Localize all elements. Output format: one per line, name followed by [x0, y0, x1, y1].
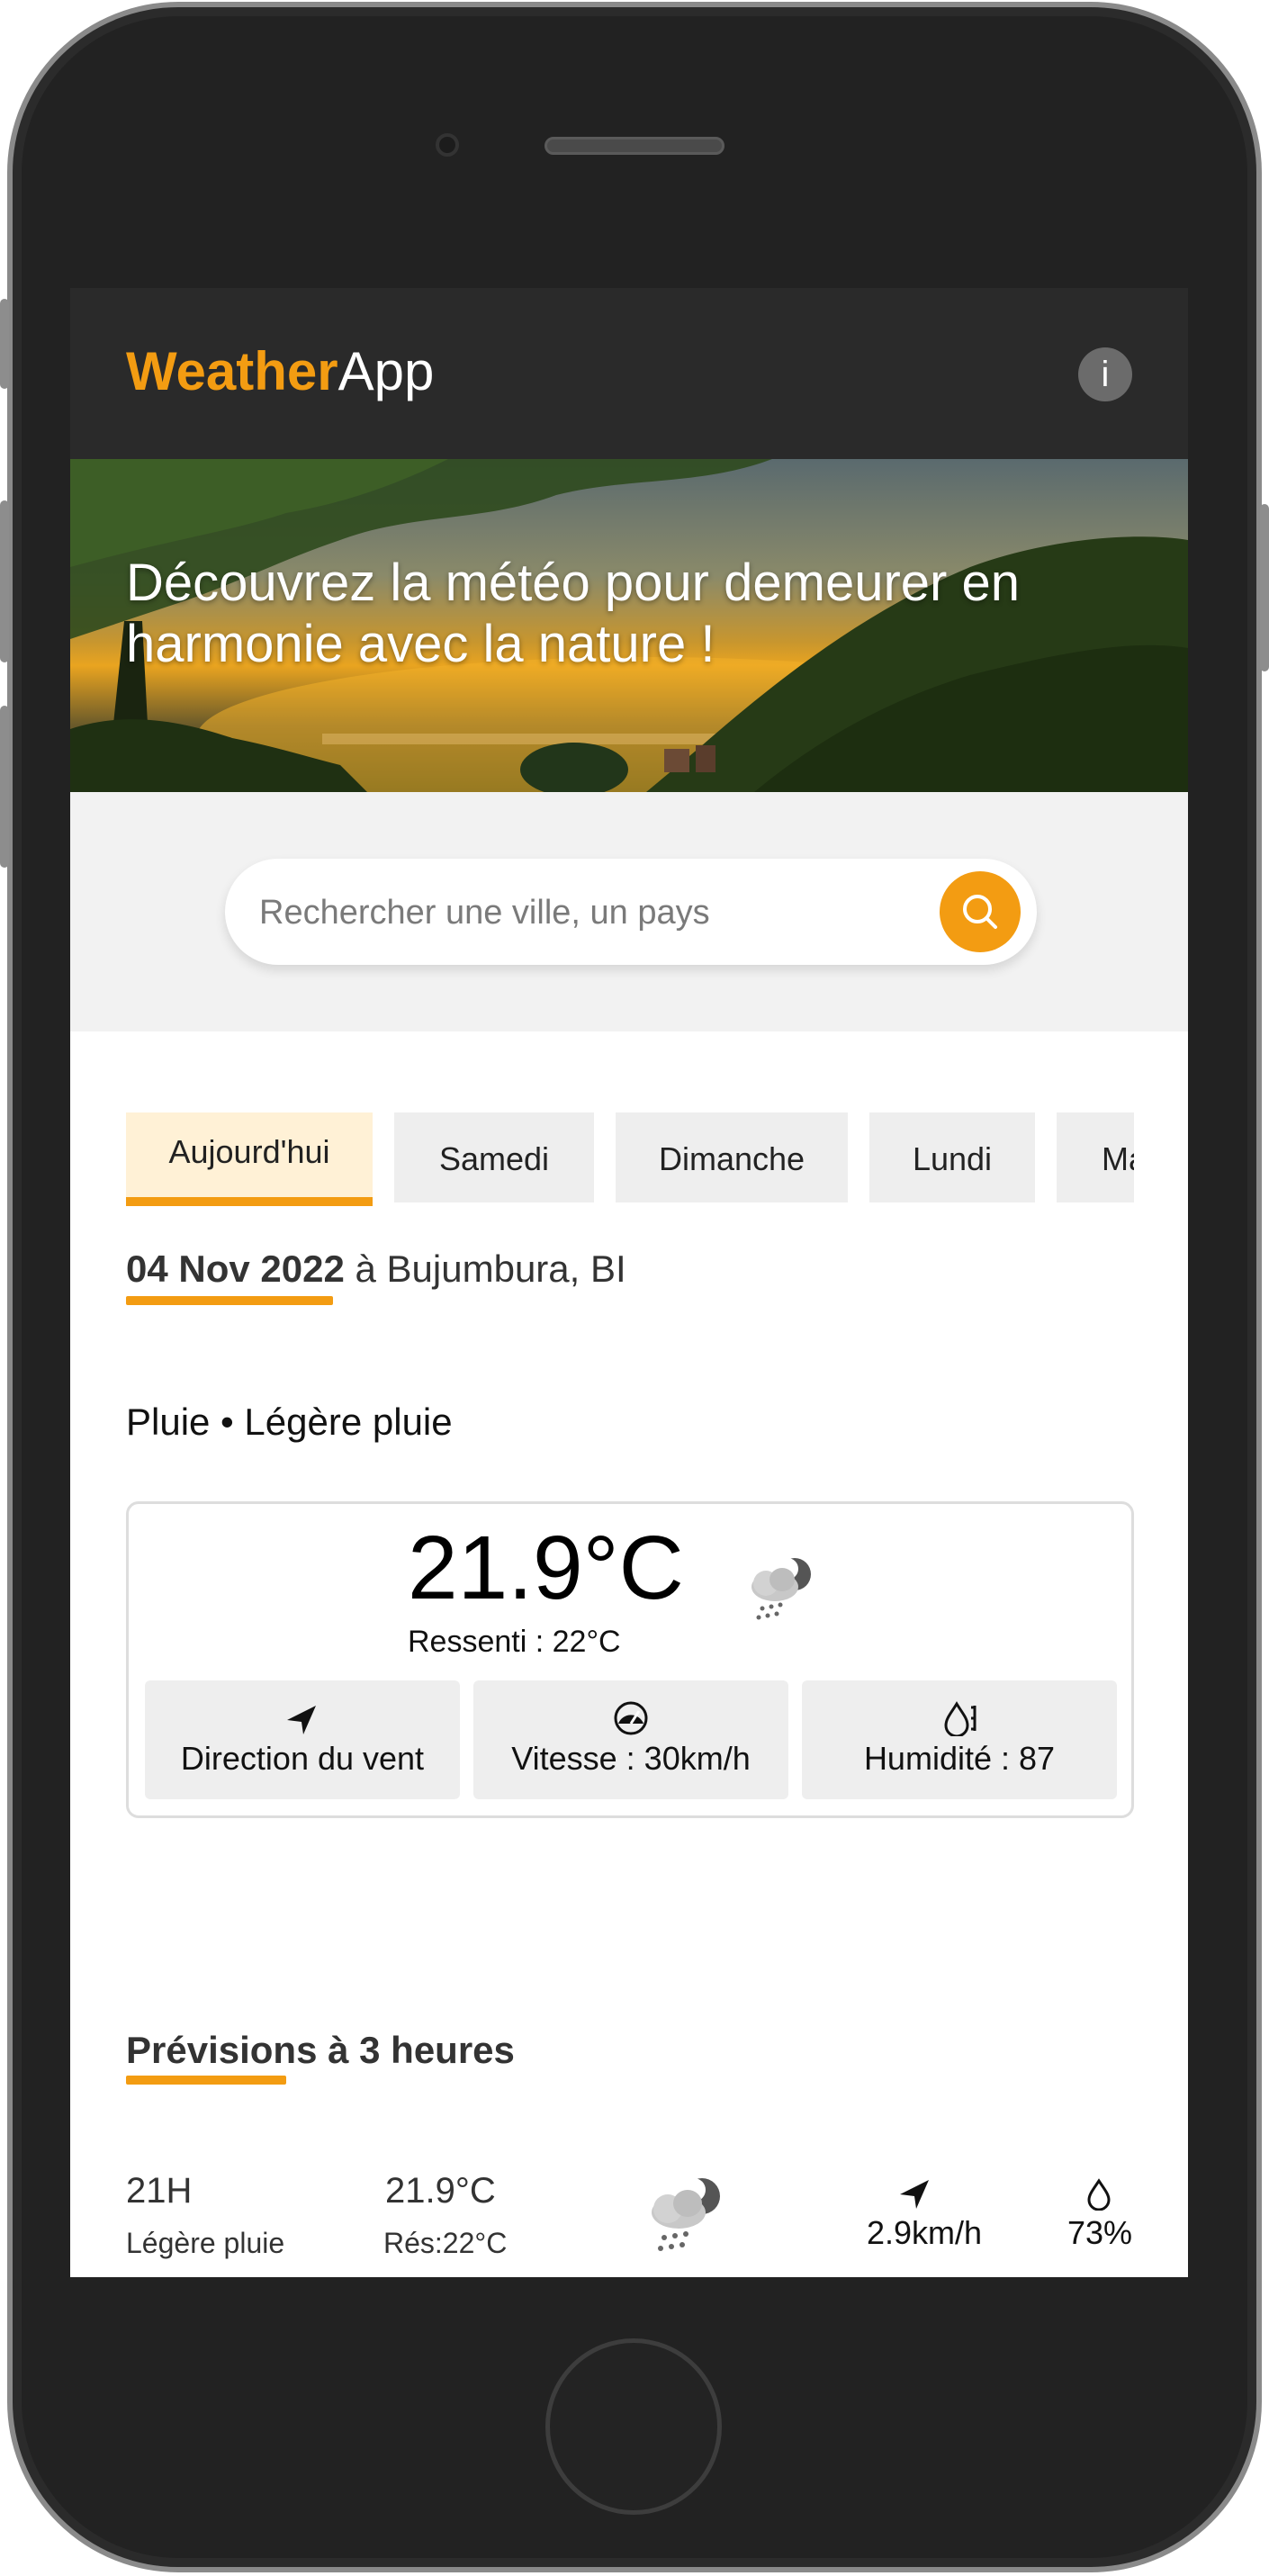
mute-switch: [0, 299, 9, 389]
app-header: WeatherApp i: [70, 288, 1188, 459]
rain-cloud-moon-icon: [752, 1558, 811, 1620]
wind-speed-stat: Vitesse : 30km/h: [473, 1680, 788, 1799]
forecast-hour: 21H: [126, 2171, 193, 2211]
weather-condition: Pluie • Légère pluie: [126, 1401, 453, 1443]
forecast-humidity: 73%: [1067, 2214, 1133, 2251]
search-button[interactable]: [940, 871, 1021, 952]
wind-direction-stat: Direction du vent: [145, 1680, 460, 1799]
power-button: [1260, 504, 1269, 671]
front-camera: [436, 133, 459, 157]
day-tabs: Aujourd'hui Samedi Dimanche Lundi Ma: [126, 1112, 1134, 1208]
tab-monday[interactable]: Lundi: [869, 1112, 1035, 1202]
volume-up-button: [0, 500, 9, 662]
current-location: à Bujumbura, BI: [344, 1247, 626, 1290]
hero-title: Découvrez la météo pour demeurer en harm…: [126, 554, 1020, 673]
home-button[interactable]: [545, 2338, 722, 2515]
tab-sunday[interactable]: Dimanche: [616, 1112, 848, 1202]
rain-cloud-moon-icon: [652, 2178, 720, 2251]
humidity-drop-icon: [944, 1701, 976, 1736]
navigation-arrow-icon: [900, 2180, 929, 2209]
forecast-felt: Rés:22°C: [383, 2227, 508, 2259]
tab-saturday[interactable]: Samedi: [394, 1112, 594, 1202]
forecast-temperature: 21.9°C: [385, 2171, 496, 2211]
volume-down-button: [0, 706, 9, 868]
humidity-stat: Humidité : 87: [802, 1680, 1117, 1799]
hero-banner: Découvrez la météo pour demeurer en harm…: [70, 459, 1188, 792]
current-date: 04 Nov 2022: [126, 1247, 345, 1290]
navigation-arrow-icon: [287, 1706, 316, 1734]
search-input[interactable]: [257, 886, 891, 940]
tab-tuesday[interactable]: Ma: [1057, 1112, 1134, 1202]
app-screen: WeatherApp i Découvrez la météo pour dem…: [70, 288, 1188, 2277]
info-button[interactable]: i: [1078, 347, 1132, 401]
date-underline: [126, 1296, 333, 1305]
forecast-wind: 2.9km/h: [866, 2214, 983, 2251]
speedometer-icon: [614, 1701, 648, 1735]
search-icon: [963, 895, 997, 929]
forecast-title-underline: [126, 2076, 286, 2085]
current-temperature: 21.9°C: [408, 1518, 684, 1618]
search-section: [70, 792, 1188, 1031]
felt-temperature: Ressenti : 22°C: [408, 1625, 621, 1659]
app-logo[interactable]: WeatherApp: [126, 340, 434, 402]
search-bar: [225, 859, 1037, 965]
tab-today[interactable]: Aujourd'hui: [126, 1112, 373, 1206]
date-location: 04 Nov 2022 à Bujumbura, BI: [126, 1247, 626, 1291]
earpiece-speaker: [544, 137, 724, 155]
forecast-title: Prévisions à 3 heures: [126, 2029, 515, 2071]
current-weather-card: 21.9°C Ressenti : 22°C Direction du vent…: [126, 1501, 1134, 1818]
forecast-description: Légère pluie: [126, 2227, 285, 2259]
humidity-drop-icon: [1087, 2178, 1111, 2211]
